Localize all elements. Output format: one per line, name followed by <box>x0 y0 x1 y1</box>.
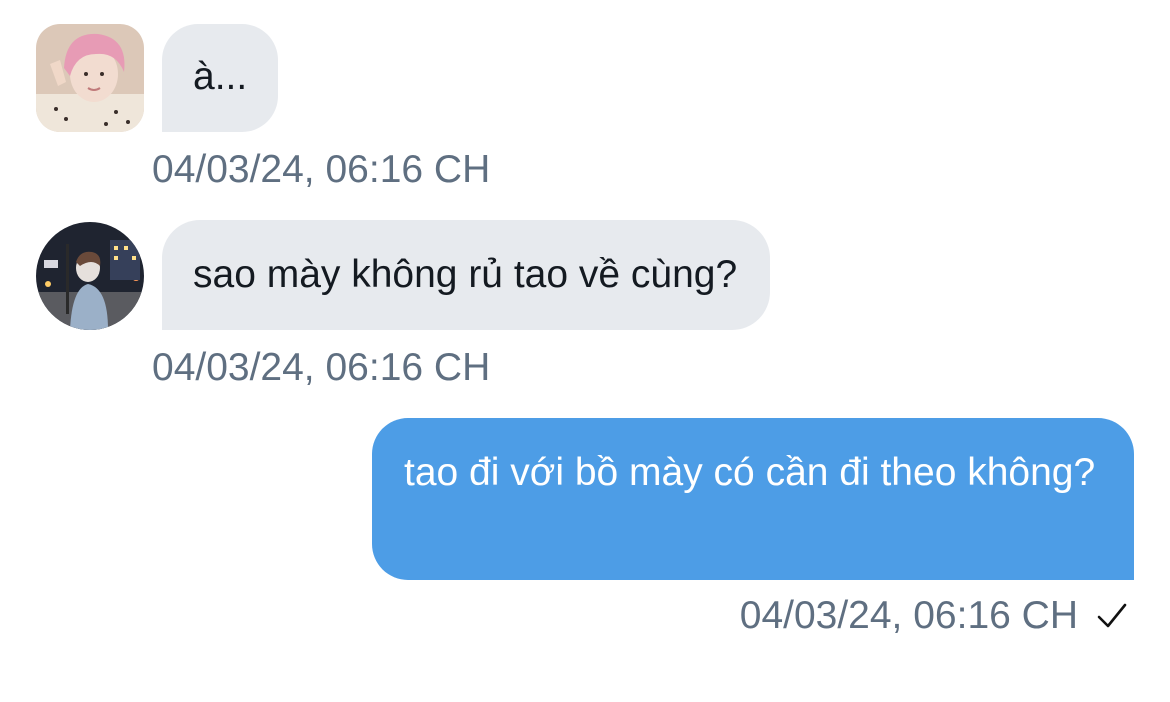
avatar-night-street-image <box>36 222 144 330</box>
message-bubble-incoming[interactable]: à... <box>162 24 279 132</box>
check-icon <box>1097 603 1127 628</box>
avatar-pink-hair-image <box>36 24 144 132</box>
message-bubble-incoming[interactable]: sao mày không rủ tao về cùng? <box>162 220 771 330</box>
message-meta: 04/03/24, 06:16 CH <box>740 594 1128 638</box>
message-text: tao đi với bồ mày có cần đi theo không? <box>404 451 1096 494</box>
message-bubble-outgoing[interactable]: tao đi với bồ mày có cần đi theo không? <box>372 418 1134 580</box>
message-text: sao mày không rủ tao về cùng? <box>193 253 738 296</box>
message-timestamp: 04/03/24, 06:16 CH <box>739 594 1078 637</box>
sender-avatar[interactable] <box>36 24 144 132</box>
sender-avatar[interactable] <box>36 222 144 330</box>
message-text: à... <box>193 55 248 98</box>
message-timestamp: 04/03/24, 06:16 CH <box>152 148 491 191</box>
message-timestamp: 04/03/24, 06:16 CH <box>152 346 491 389</box>
